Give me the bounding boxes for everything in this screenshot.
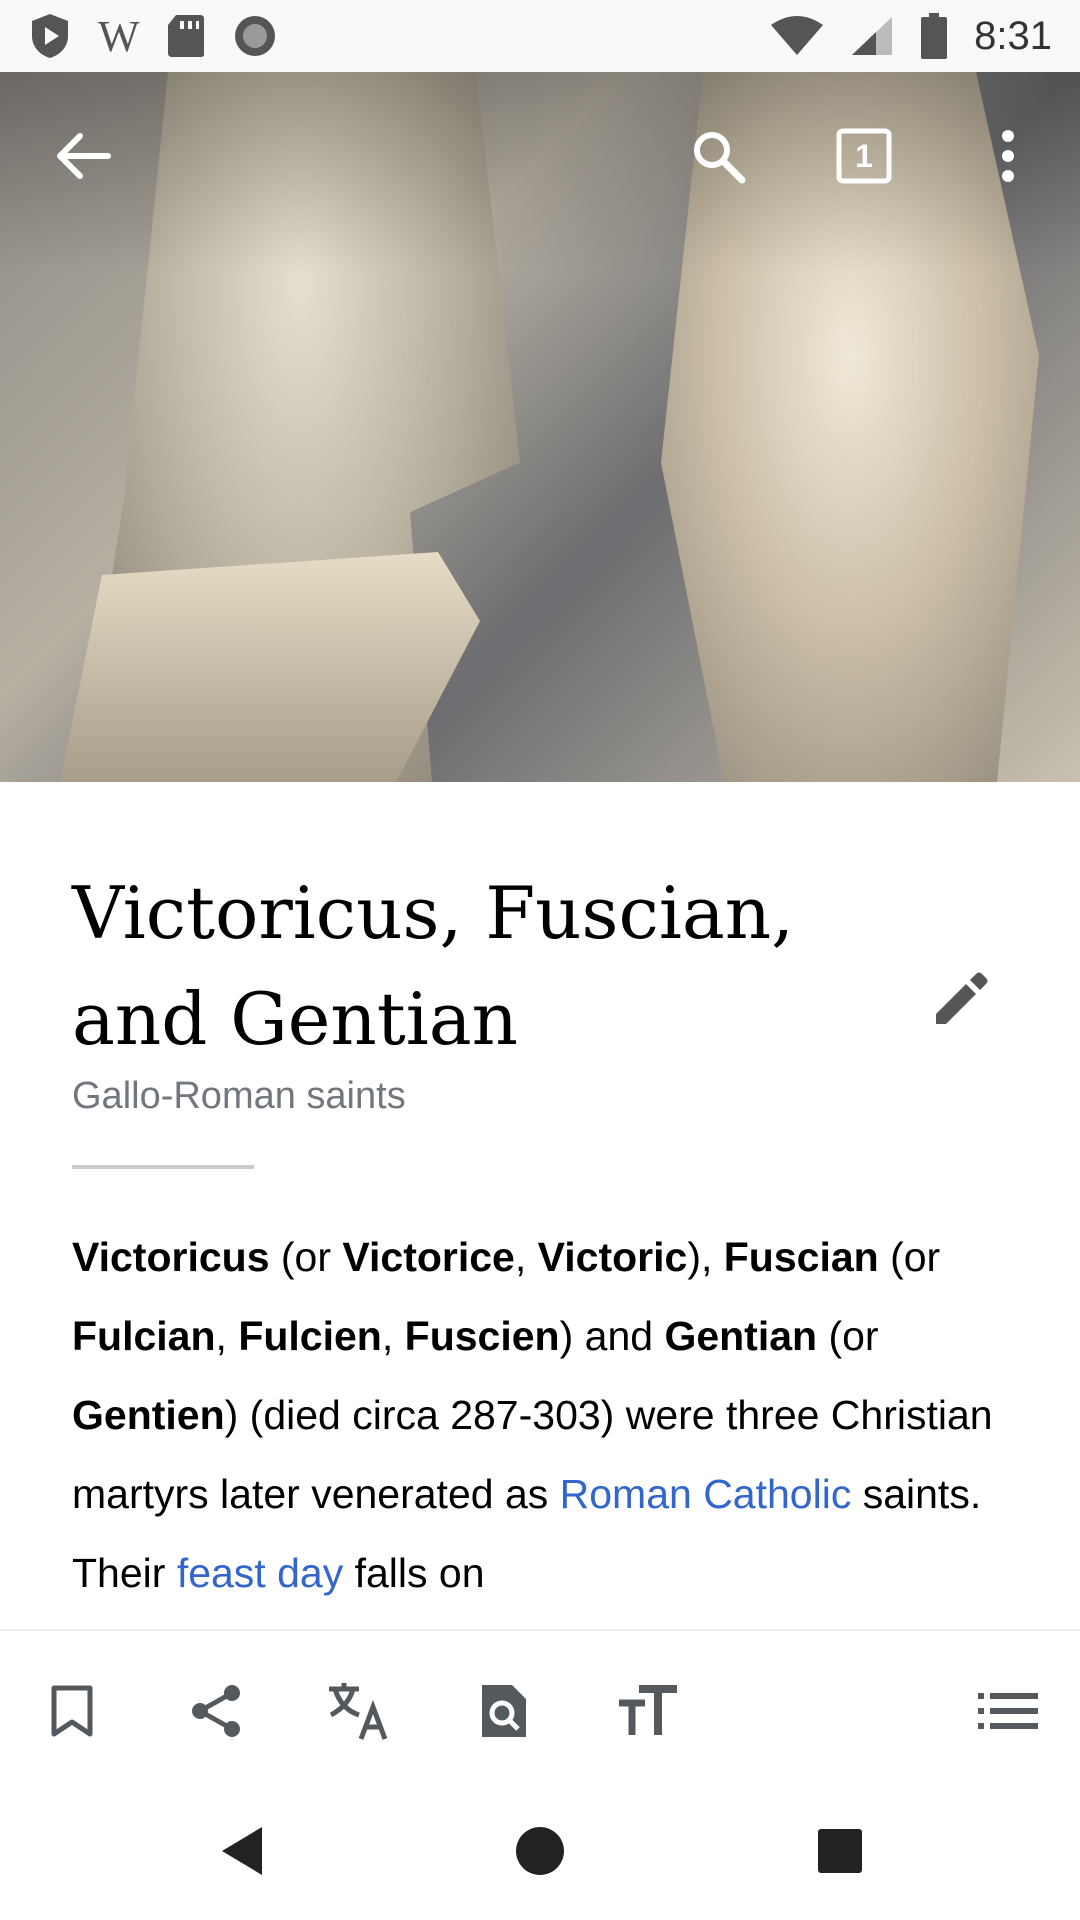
title-divider: [72, 1165, 254, 1169]
bold-name: Fuscien: [404, 1313, 560, 1359]
back-arrow-icon[interactable]: [48, 120, 120, 192]
find-in-page-icon[interactable]: [468, 1675, 540, 1747]
bold-name: Victoric: [537, 1234, 688, 1280]
text-run: (or: [269, 1234, 343, 1280]
share-icon[interactable]: [180, 1675, 252, 1747]
lead-image[interactable]: [0, 72, 1080, 782]
bold-name: Gentian: [664, 1313, 818, 1359]
overflow-menu-icon[interactable]: [972, 120, 1044, 192]
sync-icon: [234, 16, 275, 56]
text-run: ,: [514, 1234, 538, 1280]
nav-recents-icon[interactable]: [804, 1815, 876, 1887]
status-time: 8:31: [974, 13, 1052, 58]
bold-name: Gentien: [72, 1392, 225, 1438]
search-icon[interactable]: [682, 120, 754, 192]
page-title: Victoricus, Fuscian, and Gentian: [72, 871, 795, 1061]
nav-back-icon[interactable]: [206, 1815, 278, 1887]
battery-icon: [921, 13, 948, 59]
text-run: ,: [215, 1313, 239, 1359]
tab-count: 1: [855, 137, 873, 174]
translate-icon[interactable]: [324, 1675, 396, 1747]
bold-name: Victoricus: [72, 1234, 270, 1280]
signal-icon: [852, 17, 893, 55]
bold-name: Fulcien: [238, 1313, 382, 1359]
intro-paragraph: Victoricus (or Victorice, Victoric), Fus…: [72, 1218, 1022, 1613]
contents-icon[interactable]: [972, 1675, 1044, 1747]
link-roman-catholic[interactable]: Roman Catholic: [560, 1471, 852, 1517]
text-run: ) and: [559, 1313, 665, 1359]
text-run: ),: [687, 1234, 724, 1280]
wikipedia-icon: W: [98, 11, 140, 61]
wifi-icon: [771, 16, 824, 55]
sd-card-icon: [167, 15, 204, 57]
bold-name: Fulcian: [72, 1313, 216, 1359]
bookmark-icon[interactable]: [36, 1675, 108, 1747]
text-run: falls on: [343, 1550, 485, 1596]
link-feast-day[interactable]: feast day: [177, 1550, 343, 1596]
text-size-icon[interactable]: [612, 1675, 684, 1747]
play-protect-icon: [32, 14, 68, 58]
bold-name: Victorice: [342, 1234, 515, 1280]
bold-name: Fuscian: [723, 1234, 879, 1280]
page-description: Gallo-Roman saints: [72, 1075, 406, 1117]
edit-pencil-icon[interactable]: [930, 970, 1002, 1042]
text-run: (or: [817, 1313, 879, 1359]
page-action-bar: [0, 1629, 1080, 1781]
image-top-shade: [0, 72, 1080, 272]
system-nav-bar: [0, 1779, 1080, 1920]
tabs-icon[interactable]: 1: [828, 120, 900, 192]
text-run: (or: [878, 1234, 941, 1280]
status-bar-right: 8:31: [770, 13, 1052, 59]
status-bar-left: W: [28, 11, 278, 62]
status-bar: W 8:31: [0, 0, 1080, 72]
nav-home-icon[interactable]: [504, 1815, 576, 1887]
text-run: ,: [381, 1313, 405, 1359]
